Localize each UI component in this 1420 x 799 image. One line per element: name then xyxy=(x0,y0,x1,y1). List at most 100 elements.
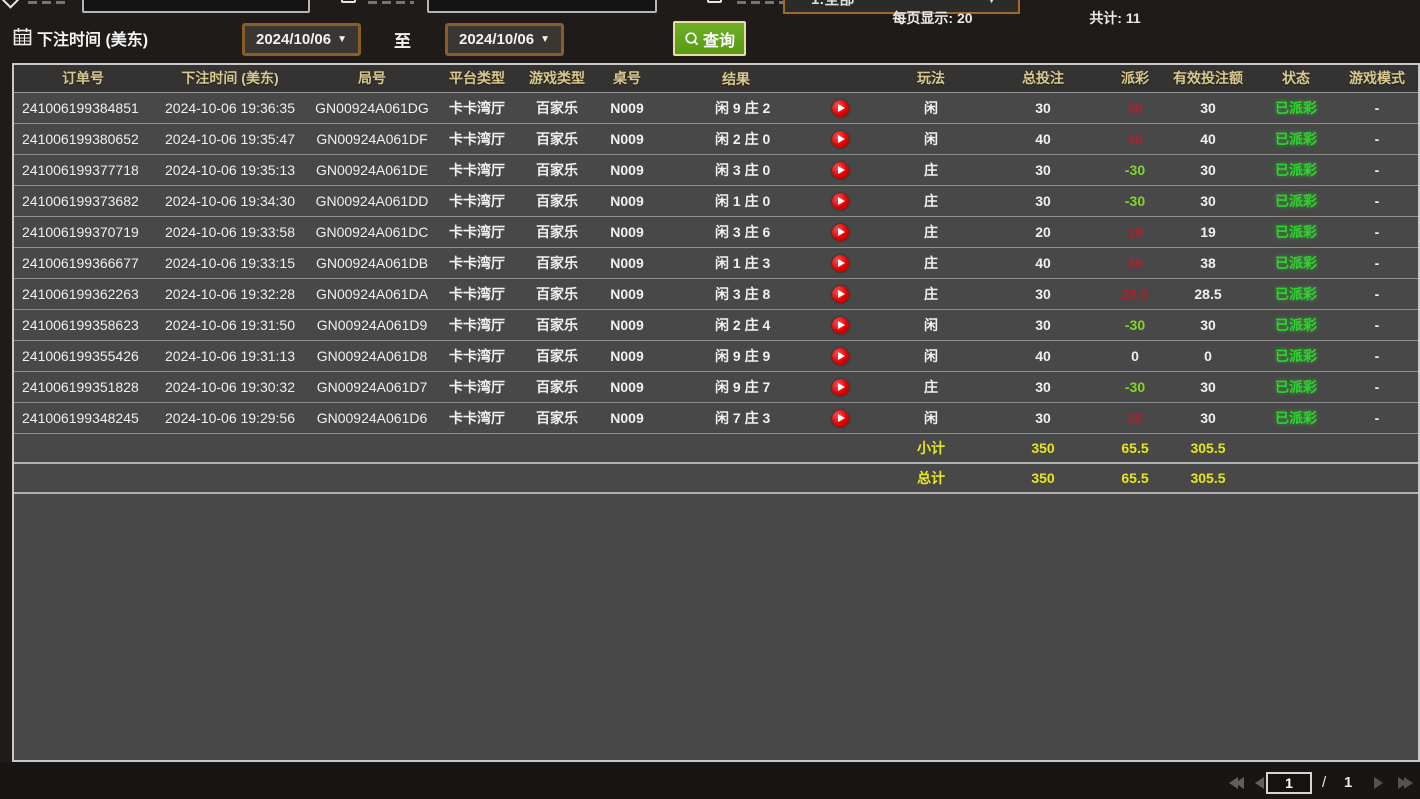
table-row[interactable]: 241006199362263 2024-10-06 19:32:28 GN00… xyxy=(14,279,1418,310)
cell-play-type: 庄 xyxy=(886,155,976,185)
replay-video-icon[interactable] xyxy=(832,317,849,334)
table-row[interactable]: 241006199348245 2024-10-06 19:29:56 GN00… xyxy=(14,403,1418,434)
cell-total-bet: 30 xyxy=(976,403,1110,433)
cell-platform-type: 卡卡湾厅 xyxy=(436,341,518,371)
table-header-row: 订单号 下注时间 (美东) 局号 平台类型 游戏类型 桌号 结果 玩法 总投注 … xyxy=(14,65,1418,93)
result-text: 闲 3 庄 0 xyxy=(715,155,832,185)
cell-result: 闲 2 庄 4 xyxy=(658,310,886,340)
replay-video-icon[interactable] xyxy=(832,379,849,396)
grand-total-row: 总计 350 65.5 305.5 xyxy=(14,464,1418,494)
round-search-input[interactable] xyxy=(427,0,657,13)
table-row[interactable]: 241006199380652 2024-10-06 19:35:47 GN00… xyxy=(14,124,1418,155)
date-from-picker[interactable]: 2024/10/06 ▼ xyxy=(242,23,361,56)
cell-result: 闲 1 庄 0 xyxy=(658,186,886,216)
cell-game-mode: - xyxy=(1336,217,1418,247)
cell-platform-type: 卡卡湾厅 xyxy=(436,279,518,309)
cell-play-type: 闲 xyxy=(886,124,976,154)
replay-video-icon[interactable] xyxy=(832,410,849,427)
replay-video-icon[interactable] xyxy=(832,193,849,210)
cell-game-mode: - xyxy=(1336,341,1418,371)
cell-order-id: 241006199384851 xyxy=(14,93,152,123)
date-range-to-label: 至 xyxy=(394,27,411,52)
cell-table-no: N009 xyxy=(596,341,658,371)
grand-total-label: 总计 xyxy=(886,464,976,492)
previous-page-button[interactable] xyxy=(1255,777,1264,789)
replay-video-icon[interactable] xyxy=(832,224,849,241)
next-page-button[interactable] xyxy=(1374,777,1383,789)
cell-result: 闲 3 庄 0 xyxy=(658,155,886,185)
col-header-play-type: 玩法 xyxy=(886,65,976,92)
cell-table-no: N009 xyxy=(596,186,658,216)
replay-video-icon[interactable] xyxy=(832,286,849,303)
table-row[interactable]: 241006199384851 2024-10-06 19:36:35 GN00… xyxy=(14,93,1418,124)
replay-video-icon[interactable] xyxy=(832,131,849,148)
table-row[interactable]: 241006199358623 2024-10-06 19:31:50 GN00… xyxy=(14,310,1418,341)
replay-video-icon[interactable] xyxy=(832,100,849,117)
cell-game-mode: - xyxy=(1336,186,1418,216)
last-page-button[interactable] xyxy=(1398,777,1410,789)
cell-status: 已派彩 xyxy=(1256,372,1336,402)
play-triangle-icon xyxy=(838,259,845,267)
cell-status: 已派彩 xyxy=(1256,341,1336,371)
query-button[interactable]: 查询 xyxy=(673,21,746,56)
table-row[interactable]: 241006199377718 2024-10-06 19:35:13 GN00… xyxy=(14,155,1418,186)
cell-game-type: 百家乐 xyxy=(518,248,596,278)
play-triangle-icon xyxy=(838,166,845,174)
replay-video-icon[interactable] xyxy=(832,348,849,365)
page-number-input[interactable] xyxy=(1266,772,1312,794)
table-row[interactable]: 241006199351828 2024-10-06 19:30:32 GN00… xyxy=(14,372,1418,403)
cell-round-id: GN00924A061DE xyxy=(308,155,436,185)
betting-records-screen: 1:全部 ▼ 下注时间 (美东) 2024/10/06 ▼ 至 2024/10/… xyxy=(0,0,1420,799)
cell-bet-time: 2024-10-06 19:33:15 xyxy=(152,248,308,278)
table-row[interactable]: 241006199373682 2024-10-06 19:34:30 GN00… xyxy=(14,186,1418,217)
cell-table-no: N009 xyxy=(596,217,658,247)
col-header-platform-type: 平台类型 xyxy=(436,65,518,92)
query-button-label: 查询 xyxy=(703,27,735,51)
cell-payout: -30 xyxy=(1110,372,1160,402)
cell-round-id: GN00924A061DC xyxy=(308,217,436,247)
result-text: 闲 1 庄 0 xyxy=(715,186,832,216)
table-row[interactable]: 241006199370719 2024-10-06 19:33:58 GN00… xyxy=(14,217,1418,248)
cell-status: 已派彩 xyxy=(1256,186,1336,216)
table-row[interactable]: 241006199366677 2024-10-06 19:33:15 GN00… xyxy=(14,248,1418,279)
order-search-input[interactable] xyxy=(82,0,310,13)
cell-total-bet: 40 xyxy=(976,341,1110,371)
cell-play-type: 庄 xyxy=(886,217,976,247)
cell-result: 闲 9 庄 9 xyxy=(658,341,886,371)
col-header-valid-bet: 有效投注额 xyxy=(1160,65,1256,92)
cell-round-id: GN00924A061DB xyxy=(308,248,436,278)
table-row[interactable]: 241006199355426 2024-10-06 19:31:13 GN00… xyxy=(14,341,1418,372)
cell-bet-time: 2024-10-06 19:35:47 xyxy=(152,124,308,154)
cell-status: 已派彩 xyxy=(1256,403,1336,433)
cell-payout: 30 xyxy=(1110,93,1160,123)
cell-game-mode: - xyxy=(1336,124,1418,154)
cell-table-no: N009 xyxy=(596,279,658,309)
replay-video-icon[interactable] xyxy=(832,162,849,179)
cell-round-id: GN00924A061D6 xyxy=(308,403,436,433)
cell-table-no: N009 xyxy=(596,248,658,278)
result-text: 闲 9 庄 7 xyxy=(715,372,832,402)
grand-total-valid-bet: 305.5 xyxy=(1160,464,1256,492)
cell-play-type: 闲 xyxy=(886,403,976,433)
result-text: 闲 9 庄 9 xyxy=(715,341,832,371)
cell-valid-bet: 30 xyxy=(1160,310,1256,340)
cell-play-type: 闲 xyxy=(886,310,976,340)
play-triangle-icon xyxy=(838,135,845,143)
date-to-picker[interactable]: 2024/10/06 ▼ xyxy=(445,23,564,56)
replay-video-icon[interactable] xyxy=(832,255,849,272)
cell-total-bet: 30 xyxy=(976,279,1110,309)
cell-order-id: 241006199377718 xyxy=(14,155,152,185)
cell-payout: 0 xyxy=(1110,341,1160,371)
first-page-button[interactable] xyxy=(1229,777,1241,789)
chevron-down-icon: ▼ xyxy=(337,34,347,45)
cell-play-type: 闲 xyxy=(886,93,976,123)
result-text: 闲 3 庄 8 xyxy=(715,279,832,309)
result-text: 闲 9 庄 2 xyxy=(715,93,832,123)
cell-game-mode: - xyxy=(1336,279,1418,309)
cell-table-no: N009 xyxy=(596,93,658,123)
calendar-icon xyxy=(13,27,32,51)
search-icon xyxy=(684,31,700,47)
cell-bet-time: 2024-10-06 19:31:50 xyxy=(152,310,308,340)
cell-total-bet: 30 xyxy=(976,186,1110,216)
cell-bet-time: 2024-10-06 19:29:56 xyxy=(152,403,308,433)
